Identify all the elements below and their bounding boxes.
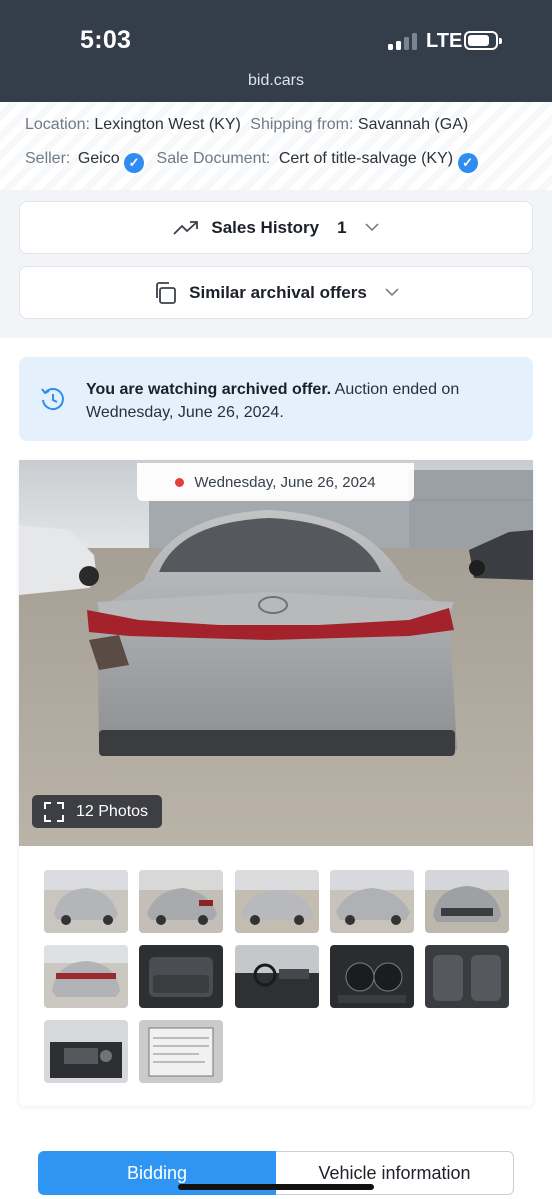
auction-date-pill: Wednesday, June 26, 2024 [137,463,414,501]
battery-icon [464,31,502,50]
document-value: Cert of title-salvage (KY) [278,150,454,167]
photos-count-button[interactable]: 12 Photos [32,795,162,828]
similar-offers-button[interactable]: Similar archival offers [19,266,533,319]
sales-history-label: Sales History [211,217,320,237]
thumbnail[interactable] [235,870,319,933]
seller-value: Geico [77,150,120,167]
auction-date: Wednesday, June 26, 2024 [194,473,376,491]
location-value: Lexington West (KY) [94,116,241,133]
thumbnail[interactable] [139,1020,223,1083]
location-label: Location: [25,116,90,133]
live-dot-icon [175,477,185,487]
verified-icon: ✓ [457,153,478,173]
notice-bold: You are watching archived offer. [86,381,332,398]
shipping-value: Savannah (GA) [357,116,469,133]
photos-count: 12 Photos [76,802,149,820]
chevron-down-icon [365,223,379,232]
history-icon [41,388,64,411]
signal-icon [388,33,418,50]
photo-gallery [19,460,533,1106]
sales-history-count: 1 [337,217,347,237]
archived-notice: You are watching archived offer. Auction… [19,357,533,441]
thumbnail[interactable] [44,1020,128,1083]
notice-text: You are watching archived offer. Auction… [86,378,506,424]
status-time: 5:03 [80,26,132,54]
seller-line: Seller: Geico ✓ Sale Document: Cert of t… [25,150,478,173]
home-indicator[interactable] [178,1184,374,1190]
trending-up-icon [173,220,199,235]
document-label: Sale Document: [156,150,271,167]
fullscreen-icon [44,801,64,822]
thumbnail[interactable] [330,870,414,933]
thumbnail[interactable] [425,945,509,1008]
status-bar: 5:03 LTE bid.cars [0,0,552,102]
location-line: Location: Lexington West (KY) Shipping f… [25,116,468,134]
thumbnail[interactable] [235,945,319,1008]
similar-offers-label: Similar archival offers [189,282,367,302]
thumbnail[interactable] [139,945,223,1008]
car-image [19,460,533,846]
chevron-down-icon [385,288,399,297]
thumbnail[interactable] [330,945,414,1008]
thumbnail[interactable] [44,870,128,933]
thumbnail[interactable] [44,945,128,1008]
shipping-label: Shipping from: [250,116,354,133]
seller-label: Seller: [25,150,71,167]
url-bar[interactable]: bid.cars [0,72,552,90]
main-car-photo[interactable] [19,460,533,846]
verified-icon: ✓ [124,153,145,173]
sales-history-button[interactable]: Sales History 1 [19,201,533,254]
thumbnail[interactable] [139,870,223,933]
thumbnail[interactable] [425,870,509,933]
copy-icon [156,281,177,304]
vehicle-info-block: Location: Lexington West (KY) Shipping f… [0,102,552,190]
network-type: LTE [426,30,463,52]
